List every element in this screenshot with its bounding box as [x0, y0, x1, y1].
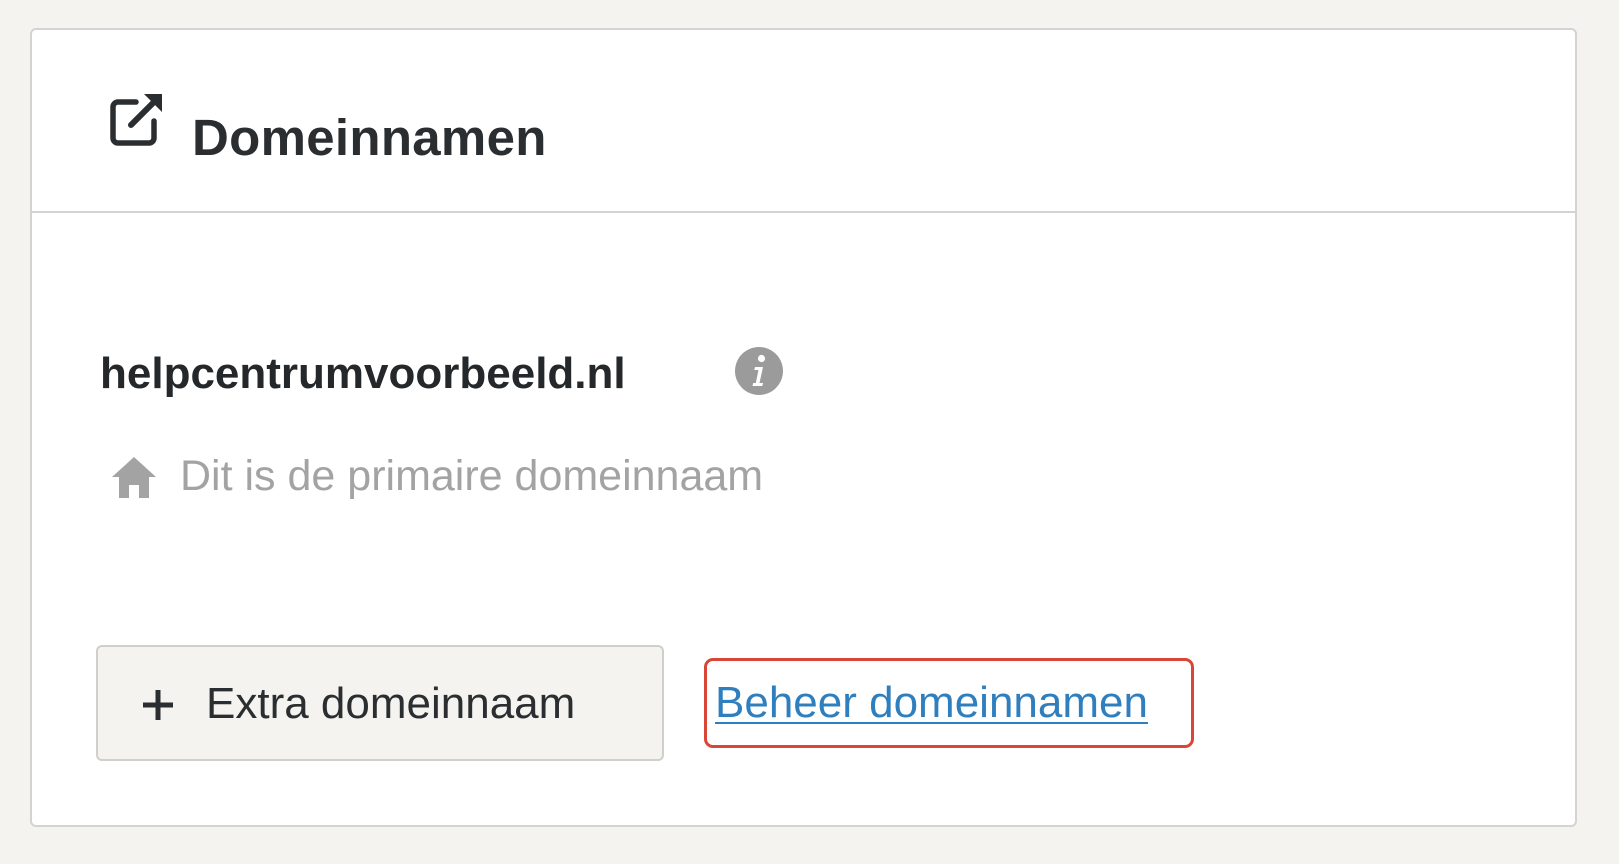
manage-domains-highlight: Beheer domeinnamen	[704, 658, 1194, 748]
add-domain-button[interactable]: Extra domeinnaam	[96, 645, 664, 761]
domain-names-card: Domeinnamen helpcentrumvoorbeeld.nl Dit …	[30, 28, 1577, 827]
primary-domain-note: Dit is de primaire domeinnaam	[180, 452, 764, 500]
home-icon	[112, 457, 156, 498]
external-link-icon	[110, 94, 162, 146]
card-header: Domeinnamen	[32, 30, 1575, 213]
add-domain-label: Extra domeinnaam	[206, 679, 576, 728]
info-icon[interactable]	[734, 346, 784, 396]
plus-icon	[143, 690, 173, 720]
domain-name: helpcentrumvoorbeeld.nl	[100, 349, 626, 398]
manage-domains-link[interactable]: Beheer domeinnamen	[715, 681, 1148, 725]
panel-title: Domeinnamen	[192, 109, 547, 166]
